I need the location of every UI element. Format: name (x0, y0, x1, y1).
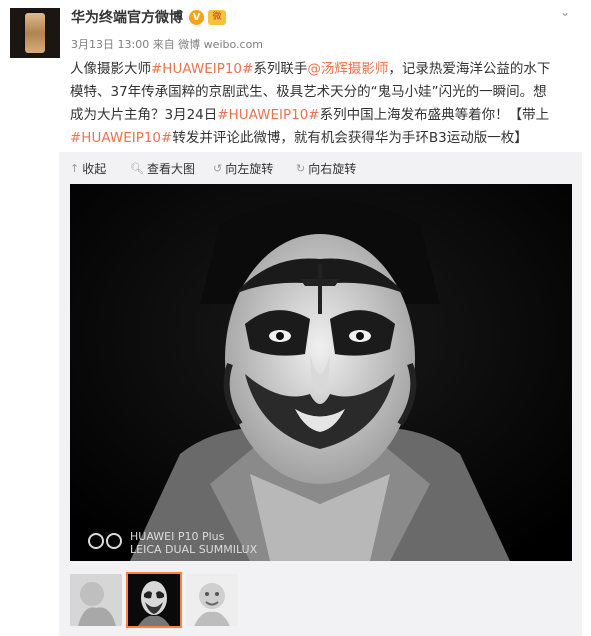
text-line-3: 成为大片主角？3月24日#HUAWEIP10#系列中国上海发布盛典等着你！【带上 (70, 107, 550, 123)
phone-image (25, 13, 45, 53)
collapse-button[interactable]: ↑ 收起 (70, 160, 106, 177)
hashtag-link[interactable]: #HUAWEIP10# (217, 107, 319, 123)
hashtag-link[interactable]: #HUAWEIP10# (151, 61, 253, 77)
magnifier-icon: 🔍︎ (130, 162, 144, 175)
avatar[interactable] (10, 8, 60, 58)
thumbnail-2-selected[interactable] (126, 572, 182, 628)
rotate-left-button[interactable]: ↺ 向左旋转 (213, 160, 273, 177)
thumbnail-1[interactable] (70, 574, 122, 626)
opera-face-photo (70, 184, 572, 561)
text-line-1: 人像摄影大师#HUAWEIP10#系列联手@汤辉摄影师，记录热爱海洋公益的水下 (70, 61, 551, 77)
text-line-4: #HUAWEIP10#转发并评论此微博，就有机会获得华为手环B3运动版一枚】 (70, 130, 528, 146)
username[interactable]: 华为终端官方微博 (71, 7, 183, 27)
thumbnail-image (186, 574, 238, 626)
text-line-2: 模特、37年传承国粹的京剧武生、极具艺术天分的“鬼马小娃”闪光的一瞬间。想 (70, 84, 547, 100)
hashtag-link[interactable]: #HUAWEIP10# (70, 130, 172, 146)
post-header: 华为终端官方微博 V 微 3月13日 13:00 来自 微博 weibo.com… (0, 0, 591, 60)
post-text: 人像摄影大师#HUAWEIP10#系列联手@汤辉摄影师，记录热爱海洋公益的水下 … (70, 58, 575, 150)
rotate-right-button[interactable]: ↻ 向右旋转 (296, 160, 356, 177)
rotate-right-icon: ↻ (296, 162, 306, 175)
arrow-up-icon: ↑ (70, 162, 80, 175)
post-meta[interactable]: 3月13日 13:00 来自 微博 weibo.com (71, 36, 263, 52)
rotate-left-icon: ↺ (213, 162, 223, 175)
thumbnail-image (128, 574, 180, 626)
watermark-text: HUAWEI P10 Plus LEICA DUAL SUMMILUX (130, 530, 258, 556)
verified-badge: V (189, 10, 204, 25)
view-large-button[interactable]: 🔍︎ 查看大图 (130, 160, 195, 177)
main-photo[interactable] (70, 184, 572, 561)
thumbnail-image (70, 574, 122, 626)
chevron-down-icon[interactable]: ⌄ (558, 6, 572, 18)
member-badge[interactable]: 微 (208, 10, 226, 25)
thumbnail-3[interactable] (186, 574, 238, 626)
mention-link[interactable]: @汤辉摄影师 (307, 61, 388, 77)
